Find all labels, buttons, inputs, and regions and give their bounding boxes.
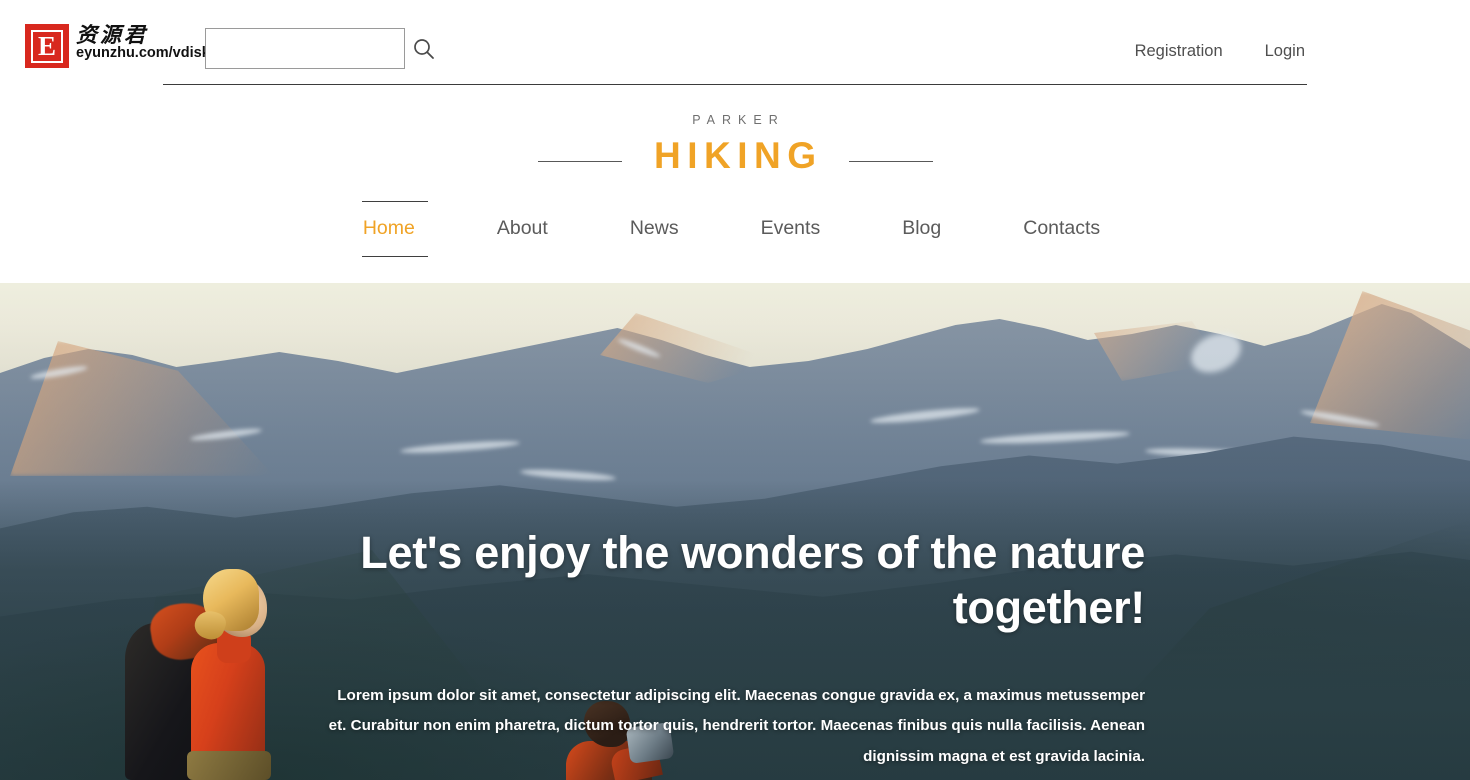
site-header: PARKER HIKING Home About News Events Blo… xyxy=(0,92,1470,283)
brand-name-cn: 资源君 xyxy=(76,22,148,47)
search-button[interactable] xyxy=(403,29,445,68)
browser-toolbar: E 资源君 eyunzhu.com/vdisk Registration Log… xyxy=(0,0,1470,92)
hiker-belt xyxy=(187,751,271,780)
brand-text: 资源君 eyunzhu.com/vdisk xyxy=(76,22,210,62)
logo-stack: PARKER HIKING xyxy=(648,114,823,174)
brand-logo-letter: E xyxy=(37,30,56,61)
nav-item-about[interactable]: About xyxy=(497,201,548,257)
toolbar-divider xyxy=(163,84,1307,85)
hero-section: Let's enjoy the wonders of the nature to… xyxy=(0,283,1470,780)
photographer-camera xyxy=(625,722,675,764)
logo-kicker: PARKER xyxy=(692,113,785,127)
search-box[interactable] xyxy=(205,28,434,69)
logo-wordmark: HIKING xyxy=(654,134,823,176)
search-icon xyxy=(414,38,434,59)
search-input[interactable] xyxy=(206,29,403,68)
logo-rule-left xyxy=(537,161,622,163)
brand-url: eyunzhu.com/vdisk xyxy=(76,44,210,61)
nav-item-contacts[interactable]: Contacts xyxy=(1023,201,1100,257)
nav-item-home[interactable]: Home xyxy=(361,201,428,257)
photographer-figure xyxy=(550,695,685,780)
registration-link[interactable]: Registration xyxy=(1135,42,1223,61)
logo-rule-right xyxy=(848,161,933,163)
site-logo[interactable]: PARKER HIKING xyxy=(0,114,1470,174)
brand-logo-badge: E xyxy=(25,24,69,68)
main-navigation: Home About News Events Blog Contacts xyxy=(0,201,1470,257)
nav-item-blog[interactable]: Blog xyxy=(902,201,941,257)
nav-item-news[interactable]: News xyxy=(630,201,679,257)
hiker-figure xyxy=(125,555,305,780)
page-root: E 资源君 eyunzhu.com/vdisk Registration Log… xyxy=(0,0,1470,780)
nav-item-events[interactable]: Events xyxy=(761,201,821,257)
site-brand[interactable]: E 资源君 eyunzhu.com/vdisk xyxy=(25,22,210,68)
brand-logo-frame: E xyxy=(31,29,63,63)
login-link[interactable]: Login xyxy=(1265,42,1305,61)
auth-links: Registration Login xyxy=(1135,42,1305,61)
